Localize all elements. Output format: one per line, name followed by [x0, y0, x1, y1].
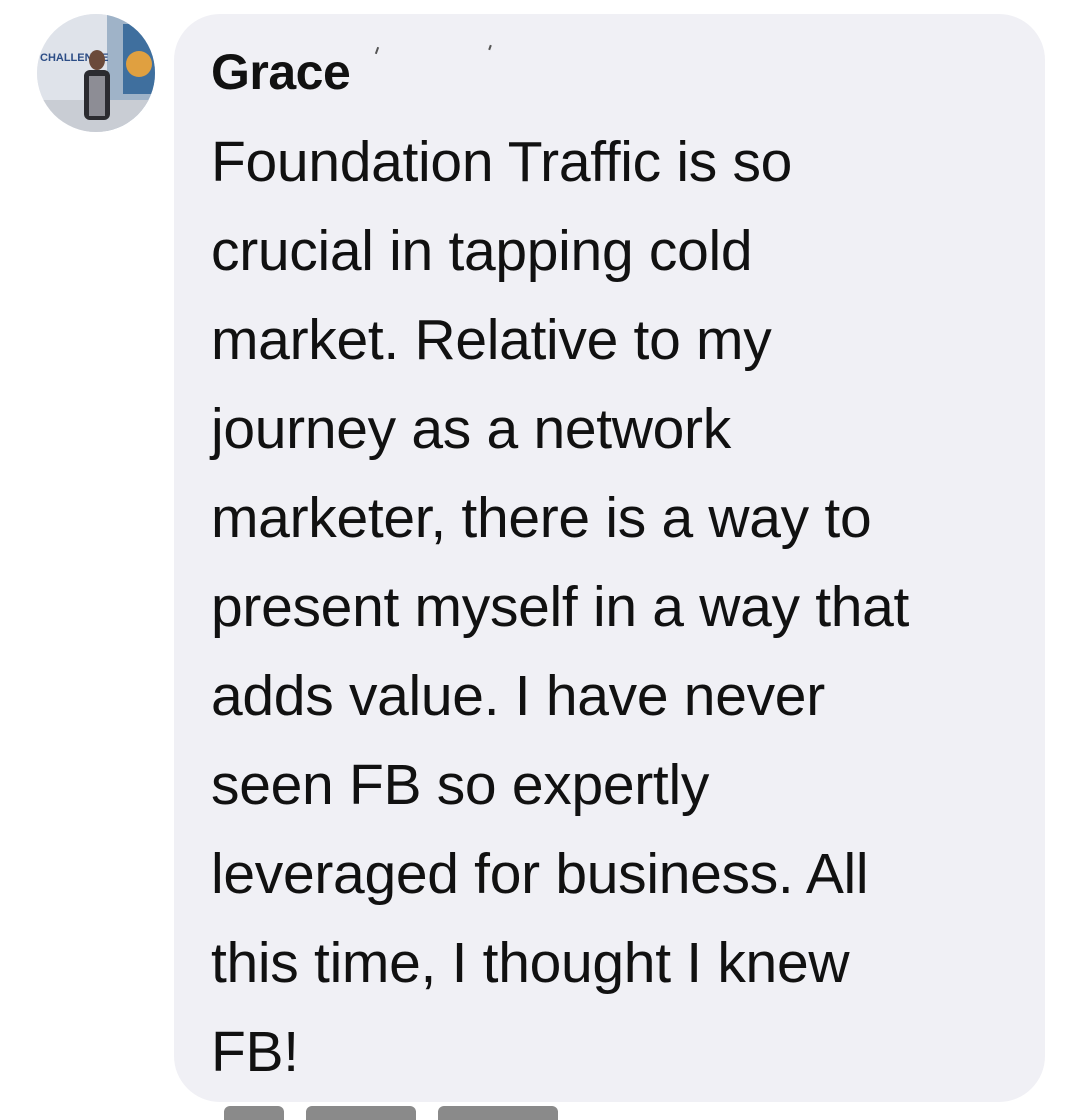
action-fragment — [224, 1106, 284, 1120]
comment-text-line: journey as a network — [211, 397, 731, 461]
comment-text-line: this time, I thought I knew — [211, 931, 850, 995]
comment-author[interactable]: Grace — [211, 42, 351, 102]
avatar-photo: CHALLENGE — [37, 14, 155, 132]
action-fragment — [306, 1106, 416, 1120]
comment-text-line: marketer, there is a way to — [211, 486, 872, 550]
action-fragment — [438, 1106, 558, 1120]
comment-text-line: Foundation Traffic is so — [211, 130, 793, 194]
comment-text-line: adds value. I have never — [211, 664, 825, 728]
comment-text-line: market. Relative to my — [211, 308, 772, 372]
comment-actions-cut-off — [224, 1106, 604, 1120]
comment-text-line: leveraged for business. All — [211, 842, 869, 906]
comment-text-line: seen FB so expertly — [211, 753, 710, 817]
comment-text-line: FB! — [211, 1020, 299, 1084]
comment-text-line: crucial in tapping cold — [211, 219, 753, 283]
comment-text: Foundation Traffic is so crucial in tapp… — [211, 118, 1031, 1097]
avatar[interactable]: CHALLENGE — [37, 14, 155, 132]
comment-text-line: present myself in a way that — [211, 575, 910, 639]
